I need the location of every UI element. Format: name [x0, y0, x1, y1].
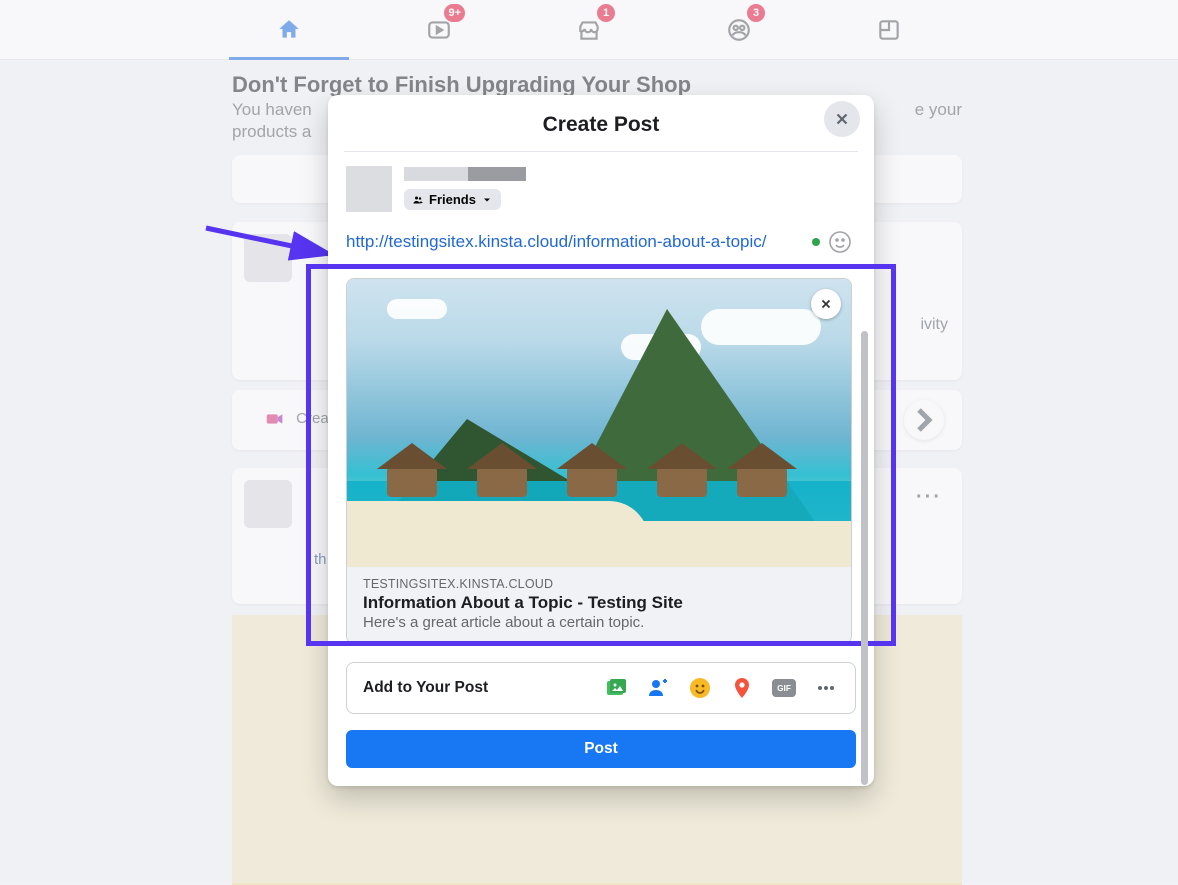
modal-title: Create Post [344, 113, 858, 137]
photo-icon [604, 676, 628, 700]
remove-preview-button[interactable] [811, 289, 841, 319]
scrollbar[interactable] [861, 331, 868, 785]
person-tag-icon [646, 676, 670, 700]
user-avatar [346, 166, 392, 212]
link-preview-card[interactable]: TESTINGSITEX.KINSTA.CLOUD Information Ab… [346, 278, 852, 644]
friends-icon [412, 194, 424, 206]
chevron-down-icon [481, 194, 493, 206]
close-icon [819, 297, 833, 311]
link-preview-domain: TESTINGSITEX.KINSTA.CLOUD [363, 577, 835, 591]
tag-people-button[interactable] [645, 675, 671, 701]
add-to-post-label: Add to Your Post [363, 679, 488, 697]
close-icon [833, 110, 851, 128]
checkin-button[interactable] [729, 675, 755, 701]
close-button[interactable] [824, 101, 860, 137]
emoji-picker-button[interactable] [828, 230, 852, 254]
composer-url-text[interactable]: http://testingsitex.kinsta.cloud/informa… [346, 232, 767, 252]
audience-label: Friends [429, 192, 476, 207]
add-photo-button[interactable] [603, 675, 629, 701]
svg-text:GIF: GIF [777, 684, 791, 693]
feeling-button[interactable] [687, 675, 713, 701]
add-to-post-bar: Add to Your Post GIF [346, 662, 856, 714]
gif-icon: GIF [772, 676, 796, 700]
feeling-icon [688, 676, 712, 700]
composer-user-row: Friends [328, 152, 874, 220]
link-preview-image [347, 279, 851, 567]
composer-body: http://testingsitex.kinsta.cloud/informa… [328, 220, 874, 644]
audience-selector-button[interactable]: Friends [404, 189, 501, 210]
modal-header: Create Post [344, 95, 858, 152]
link-preview-title: Information About a Topic - Testing Site [363, 593, 835, 613]
user-name-placeholder [404, 167, 526, 181]
gif-button[interactable]: GIF [771, 675, 797, 701]
more-icon [814, 676, 838, 700]
status-dot [812, 238, 820, 246]
create-post-modal: Create Post Friends http://testingsitex.… [328, 95, 874, 786]
link-preview-description: Here's a great article about a certain t… [363, 614, 835, 631]
link-preview-meta: TESTINGSITEX.KINSTA.CLOUD Information Ab… [347, 567, 851, 643]
more-options-button[interactable] [813, 675, 839, 701]
location-pin-icon [730, 676, 754, 700]
post-button[interactable]: Post [346, 730, 856, 768]
